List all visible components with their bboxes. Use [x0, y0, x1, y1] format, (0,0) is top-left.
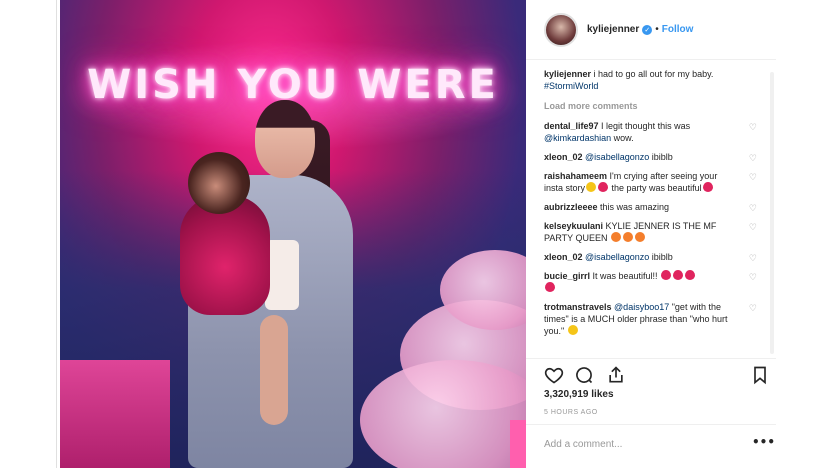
comment-item: trotmanstravels @daisyboo17 "get with th… — [544, 301, 759, 337]
white-top — [265, 240, 299, 310]
action-bar — [526, 358, 776, 388]
comment-username[interactable]: bucie_girrl — [544, 271, 590, 281]
like-comment-heart-icon[interactable]: ♡ — [749, 203, 757, 215]
comment-text: It was beautiful!! — [590, 271, 661, 281]
comment-text: I legit thought this was — [598, 121, 691, 131]
like-comment-heart-icon[interactable]: ♡ — [749, 303, 757, 315]
comment-bubble-icon[interactable] — [574, 365, 594, 385]
heart-emoji-icon — [673, 270, 684, 280]
post-header: kyliejenner ✓ • Follow — [526, 0, 776, 60]
comment-item: xleon_02 @isabellagonzo ibiblb ♡ — [544, 151, 759, 165]
like-comment-heart-icon[interactable]: ♡ — [749, 222, 757, 234]
comment-item: aubrizzleeee this was amazing ♡ — [544, 201, 759, 215]
post-photo[interactable]: WISH YOU WERE — [60, 0, 526, 468]
heart-emoji-icon — [545, 282, 555, 292]
comment-text-after: wow. — [611, 133, 634, 143]
baby-head — [188, 152, 250, 214]
comment-item: raishahameem I'm crying after seeing you… — [544, 170, 759, 194]
comment-mention[interactable]: @daisyboo17 — [614, 302, 669, 312]
party-emoji-icon — [623, 232, 634, 242]
party-emoji-icon — [635, 232, 646, 242]
crying-emoji-icon — [586, 182, 597, 192]
likes-count[interactable]: 3,320,919 likes — [544, 389, 614, 400]
caption-hashtag[interactable]: #StormiWorld — [544, 81, 598, 91]
comment-item: dental_life97 I legit thought this was @… — [544, 120, 759, 144]
header-username[interactable]: kyliejenner — [587, 24, 639, 35]
post-timestamp[interactable]: 5 HOURS AGO — [544, 409, 598, 416]
person-head — [255, 100, 315, 178]
pink-prop — [60, 360, 170, 468]
comment-text-after: the party was beautiful — [609, 183, 702, 193]
post-caption: kyliejenner i had to go all out for my b… — [544, 68, 759, 92]
share-icon[interactable] — [606, 365, 626, 385]
caption-text: i had to go all out for my baby. — [591, 69, 714, 79]
comment-item: kelseykuulani KYLIE JENNER IS THE MF PAR… — [544, 220, 759, 244]
avatar[interactable] — [544, 12, 578, 47]
emoji-icon — [567, 325, 578, 335]
comment-text-after: ibiblb — [649, 252, 673, 262]
comments-scrollbar[interactable] — [770, 72, 774, 354]
heart-emoji-icon — [598, 182, 609, 192]
baby-leg — [260, 315, 288, 425]
verified-badge-icon: ✓ — [642, 24, 653, 35]
comment-text-after: ibiblb — [649, 152, 673, 162]
post-side-panel: kyliejenner ✓ • Follow kyliejenner i had… — [526, 0, 776, 468]
comment-text: this was amazing — [597, 202, 670, 212]
like-comment-heart-icon[interactable]: ♡ — [749, 253, 757, 265]
heart-emoji-icon — [661, 270, 672, 280]
comment-mention[interactable]: @isabellagonzo — [585, 252, 649, 262]
comment-username[interactable]: dental_life97 — [544, 121, 599, 131]
separator-dot: • — [655, 24, 659, 35]
comment-mention[interactable]: @isabellagonzo — [585, 152, 649, 162]
add-comment-input[interactable] — [544, 439, 734, 450]
party-emoji-icon — [611, 232, 622, 242]
comment-username[interactable]: aubrizzleeee — [544, 202, 598, 212]
like-comment-heart-icon[interactable]: ♡ — [749, 272, 757, 284]
comment-username[interactable]: raishahameem — [544, 171, 607, 181]
comment-item: xleon_02 @isabellagonzo ibiblb ♡ — [544, 251, 759, 265]
comment-username[interactable]: xleon_02 — [544, 252, 583, 262]
comment-username[interactable]: trotmanstravels — [544, 302, 612, 312]
like-heart-icon[interactable] — [544, 365, 564, 385]
caption-username[interactable]: kyliejenner — [544, 69, 591, 79]
load-more-comments-button[interactable]: Load more comments — [544, 100, 759, 112]
heart-emoji-icon — [685, 270, 696, 280]
like-comment-heart-icon[interactable]: ♡ — [749, 153, 757, 165]
comments-list[interactable]: kyliejenner i had to go all out for my b… — [544, 68, 759, 356]
follow-button[interactable]: Follow — [662, 24, 694, 35]
comment-item: bucie_girrl It was beautiful!! ♡ — [544, 270, 759, 294]
comment-mention[interactable]: @kimkardashian — [544, 133, 611, 143]
pink-prop — [510, 420, 526, 468]
heart-emoji-icon — [702, 182, 713, 192]
more-options-icon[interactable]: ••• — [752, 435, 775, 449]
bookmark-icon[interactable] — [750, 365, 770, 385]
like-comment-heart-icon[interactable]: ♡ — [749, 122, 757, 134]
like-comment-heart-icon[interactable]: ♡ — [749, 172, 757, 184]
comment-username[interactable]: xleon_02 — [544, 152, 583, 162]
add-comment-bar: ••• — [526, 424, 776, 468]
comment-username[interactable]: kelseykuulani — [544, 221, 603, 231]
